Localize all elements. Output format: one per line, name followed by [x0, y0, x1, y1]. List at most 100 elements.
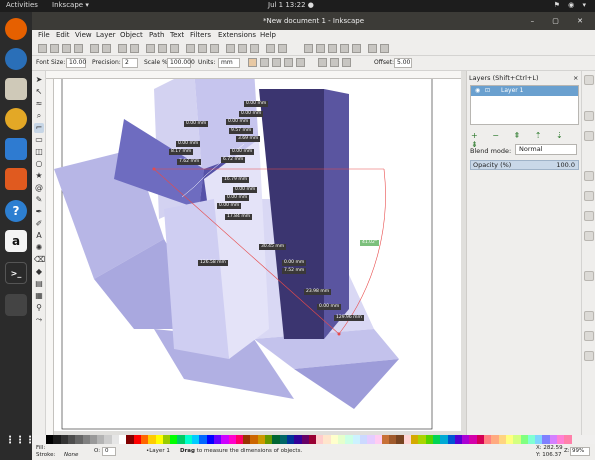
- duplicate-icon[interactable]: [226, 44, 235, 53]
- star-tool-icon[interactable]: ★: [34, 171, 44, 181]
- undo-icon[interactable]: [118, 44, 127, 53]
- horizontal-ruler[interactable]: [46, 71, 461, 79]
- offset-input[interactable]: 5.00: [394, 58, 412, 68]
- snap-bbox-icon[interactable]: [584, 111, 594, 121]
- ellipse-tool-icon[interactable]: ○: [34, 159, 44, 169]
- clock[interactable]: Jul 1 13:22 ●: [268, 1, 314, 9]
- menu-view[interactable]: View: [75, 31, 92, 39]
- text-tool-icon[interactable]: A: [34, 231, 44, 241]
- lock-icon[interactable]: ⊡: [485, 86, 490, 96]
- menu-path[interactable]: Path: [149, 31, 164, 39]
- import-icon[interactable]: [90, 44, 99, 53]
- selector-tool-icon[interactable]: ➤: [34, 75, 44, 85]
- menu-edit[interactable]: Edit: [56, 31, 70, 39]
- measure-tool-icon[interactable]: ⌐: [34, 123, 44, 133]
- mesh-tool-icon[interactable]: ▦: [34, 291, 44, 301]
- to-phantom-icon[interactable]: [330, 58, 339, 67]
- snap-cusp-icon[interactable]: [584, 231, 594, 241]
- palette-swatch[interactable]: [564, 435, 572, 444]
- copy-icon[interactable]: [146, 44, 155, 53]
- menu-object[interactable]: Object: [120, 31, 143, 39]
- drawing-canvas[interactable]: 0.00 mm 0.00 mm 0.00 mm 0.00 mm 9.57 mm …: [54, 79, 461, 431]
- opacity-input[interactable]: 0: [102, 447, 116, 456]
- to-item-icon[interactable]: [296, 58, 305, 67]
- menu-layer[interactable]: Layer: [96, 31, 116, 39]
- 3d-box-tool-icon[interactable]: ◫: [34, 147, 44, 157]
- layers-icon[interactable]: [328, 44, 337, 53]
- close-icon[interactable]: ×: [573, 74, 578, 82]
- zoom-input[interactable]: 99%: [570, 447, 590, 456]
- stroke-value[interactable]: None: [64, 452, 78, 458]
- rectangle-tool-icon[interactable]: ▭: [34, 135, 44, 145]
- software-icon[interactable]: [5, 168, 27, 190]
- clone-icon[interactable]: [238, 44, 247, 53]
- save-icon[interactable]: [62, 44, 71, 53]
- text-font-icon[interactable]: [316, 44, 325, 53]
- zoom-tool-icon[interactable]: ⌕: [34, 111, 44, 121]
- connector-tool-icon[interactable]: ⤳: [34, 315, 44, 325]
- rhythmbox-icon[interactable]: [5, 108, 27, 130]
- measure-segments-icon[interactable]: [272, 58, 281, 67]
- mark-dimension-icon[interactable]: [342, 58, 351, 67]
- node-tool-icon[interactable]: ↖: [34, 87, 44, 97]
- menu-text[interactable]: Text: [170, 31, 184, 39]
- thunderbird-icon[interactable]: [5, 48, 27, 70]
- font-size-input[interactable]: 10.00: [66, 58, 86, 68]
- layer-name[interactable]: Layer 1: [501, 86, 523, 96]
- snap-grid-icon[interactable]: [584, 331, 594, 341]
- pencil-tool-icon[interactable]: ✎: [34, 195, 44, 205]
- snap-guide-icon[interactable]: [584, 351, 594, 361]
- redo-icon[interactable]: [130, 44, 139, 53]
- snap-edges-icon[interactable]: [584, 131, 594, 141]
- ignore-first-last-icon[interactable]: [248, 58, 257, 67]
- files-icon[interactable]: [5, 78, 27, 100]
- apps-grid-icon[interactable]: ⋮⋮⋮: [5, 430, 35, 452]
- spiral-tool-icon[interactable]: @: [34, 183, 44, 193]
- app-menu-button[interactable]: Inkscape ▾: [52, 1, 89, 9]
- menu-file[interactable]: File: [38, 31, 50, 39]
- cut-icon[interactable]: [158, 44, 167, 53]
- gradient-tool-icon[interactable]: ▤: [34, 279, 44, 289]
- activities-button[interactable]: Activities: [6, 1, 38, 9]
- print-icon[interactable]: [74, 44, 83, 53]
- precision-input[interactable]: 2: [122, 58, 138, 68]
- dropper-tool-icon[interactable]: ⚲: [34, 303, 44, 313]
- preferences-icon[interactable]: [380, 44, 389, 53]
- to-guides-icon[interactable]: [318, 58, 327, 67]
- color-palette[interactable]: [32, 435, 595, 444]
- vertical-ruler[interactable]: [46, 79, 54, 435]
- reverse-measure-icon[interactable]: [284, 58, 293, 67]
- calligraphy-tool-icon[interactable]: ✐: [34, 219, 44, 229]
- firefox-icon[interactable]: [5, 18, 27, 40]
- zoom-selection-icon[interactable]: [186, 44, 195, 53]
- export-icon[interactable]: [102, 44, 111, 53]
- writer-icon[interactable]: [5, 138, 27, 160]
- help-icon[interactable]: ?: [5, 200, 27, 222]
- menu-extensions[interactable]: Extensions: [218, 31, 256, 39]
- eraser-tool-icon[interactable]: ⌫: [34, 255, 45, 265]
- amazon-icon[interactable]: a: [5, 230, 27, 252]
- blend-mode-select[interactable]: Normal: [515, 144, 577, 155]
- align-icon[interactable]: [352, 44, 361, 53]
- inkscape-icon[interactable]: [5, 294, 27, 316]
- window-controls[interactable]: – ▢ ✕: [531, 12, 591, 30]
- unlink-clone-icon[interactable]: [250, 44, 259, 53]
- open-icon[interactable]: [50, 44, 59, 53]
- fill-stroke-icon[interactable]: [304, 44, 313, 53]
- snap-toggle-icon[interactable]: [584, 75, 594, 85]
- ungroup-icon[interactable]: [278, 44, 287, 53]
- system-tray[interactable]: ⚑ ◉ ▾: [554, 1, 589, 9]
- paste-icon[interactable]: [170, 44, 179, 53]
- current-layer-select[interactable]: •Layer 1: [146, 448, 170, 454]
- menu-filters[interactable]: Filters: [190, 31, 211, 39]
- snap-nodes-icon[interactable]: [584, 171, 594, 181]
- spray-tool-icon[interactable]: ✺: [34, 243, 44, 253]
- visibility-eye-icon[interactable]: ◉: [475, 86, 480, 96]
- new-document-icon[interactable]: [38, 44, 47, 53]
- opacity-slider[interactable]: Opacity (%) 100.0: [470, 160, 579, 170]
- snap-intersections-icon[interactable]: [584, 211, 594, 221]
- xml-editor-icon[interactable]: [340, 44, 349, 53]
- snap-paths-icon[interactable]: [584, 191, 594, 201]
- document-properties-icon[interactable]: [368, 44, 377, 53]
- snap-page-icon[interactable]: [584, 311, 594, 321]
